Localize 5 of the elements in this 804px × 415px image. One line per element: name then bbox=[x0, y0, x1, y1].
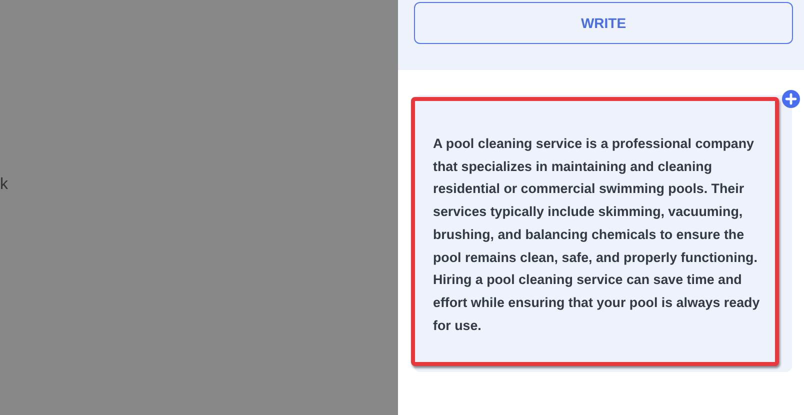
write-button[interactable]: WRITE bbox=[414, 2, 793, 44]
add-icon[interactable] bbox=[782, 90, 800, 108]
text-card[interactable] bbox=[411, 97, 779, 366]
backdrop-text: k bbox=[0, 176, 8, 194]
card-text: A pool cleaning service is a professional company that specializes in maintaining and cleaning residential or commercial swimming pools. Their services typically include skimming, vacuuming, brushing, and balancing chemicals to ensure the pool remains clean, safe, and properly functioning. Hiring a pool cleaning service can save time and effort while ensuring that your pool is always ready for use. bbox=[433, 135, 761, 335]
